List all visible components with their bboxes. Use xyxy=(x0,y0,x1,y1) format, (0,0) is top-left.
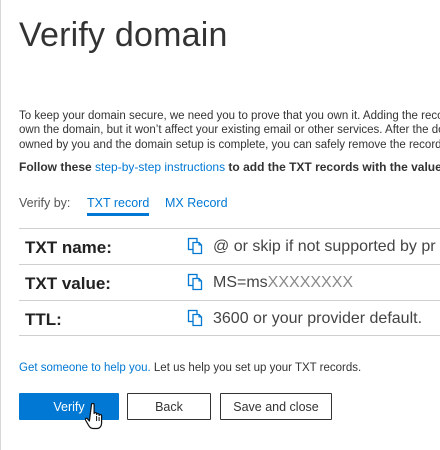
records-table: TXT name: @ or skip if not supported by … xyxy=(19,228,440,336)
record-value-text: 3600 or your provider default. xyxy=(213,310,423,327)
intro-line: To keep your domain secure, we need you … xyxy=(19,110,440,122)
tab-txt-record[interactable]: TXT record xyxy=(87,196,150,216)
verify-domain-panel: Verify domain To keep your domain secure… xyxy=(0,0,440,450)
intro-text: To keep your domain secure, we need you … xyxy=(19,109,440,152)
record-value: 3600 or your provider default. xyxy=(213,310,422,328)
tab-label: TXT record xyxy=(87,196,150,210)
help-description: Let us help you set up your TXT records. xyxy=(150,362,362,374)
record-label: TXT name: xyxy=(25,238,112,257)
record-row-ttl: TTL: 3600 or your provider default. xyxy=(19,300,440,336)
record-value: MS=msXXXXXXXX xyxy=(213,274,353,292)
copy-icon[interactable] xyxy=(187,273,203,291)
record-row-txt-value: TXT value: MS=msXXXXXXXX xyxy=(19,264,440,300)
intro-line: owned by you and the domain setup is com… xyxy=(19,138,440,151)
follow-instructions: Follow these step-by-step instructions t… xyxy=(19,160,440,174)
record-value-masked: XXXXXXXX xyxy=(267,274,354,291)
verify-by-label: Verify by: xyxy=(19,196,71,210)
get-help-link[interactable]: Get someone to help you. xyxy=(19,362,151,374)
intro-line: own the domain, but it won’t affect your… xyxy=(19,124,440,137)
record-value-text: MS=ms xyxy=(213,274,268,291)
record-row-txt-name: TXT name: @ or skip if not supported by … xyxy=(19,228,440,264)
back-button[interactable]: Back xyxy=(127,393,211,420)
copy-icon[interactable] xyxy=(187,237,203,255)
record-label: TTL: xyxy=(25,310,62,329)
record-value: @ or skip if not supported by pr xyxy=(213,238,436,256)
verify-button[interactable]: Verify xyxy=(19,393,119,420)
save-and-close-button[interactable]: Save and close xyxy=(220,393,332,420)
record-value-text: @ or skip if not supported by pr xyxy=(213,238,436,255)
follow-suffix: to add the TXT records with the value xyxy=(225,160,440,174)
copy-icon[interactable] xyxy=(187,309,203,327)
page-title: Verify domain xyxy=(19,16,228,54)
record-label: TXT value: xyxy=(25,274,111,293)
instructions-link[interactable]: step-by-step instructions xyxy=(95,160,225,174)
tab-mx-record[interactable]: MX Record xyxy=(165,196,228,210)
help-text: Get someone to help you. Let us help you… xyxy=(19,362,361,374)
tab-label: MX Record xyxy=(165,196,228,210)
follow-prefix: Follow these xyxy=(19,160,96,174)
tab-selected-indicator xyxy=(87,213,150,216)
